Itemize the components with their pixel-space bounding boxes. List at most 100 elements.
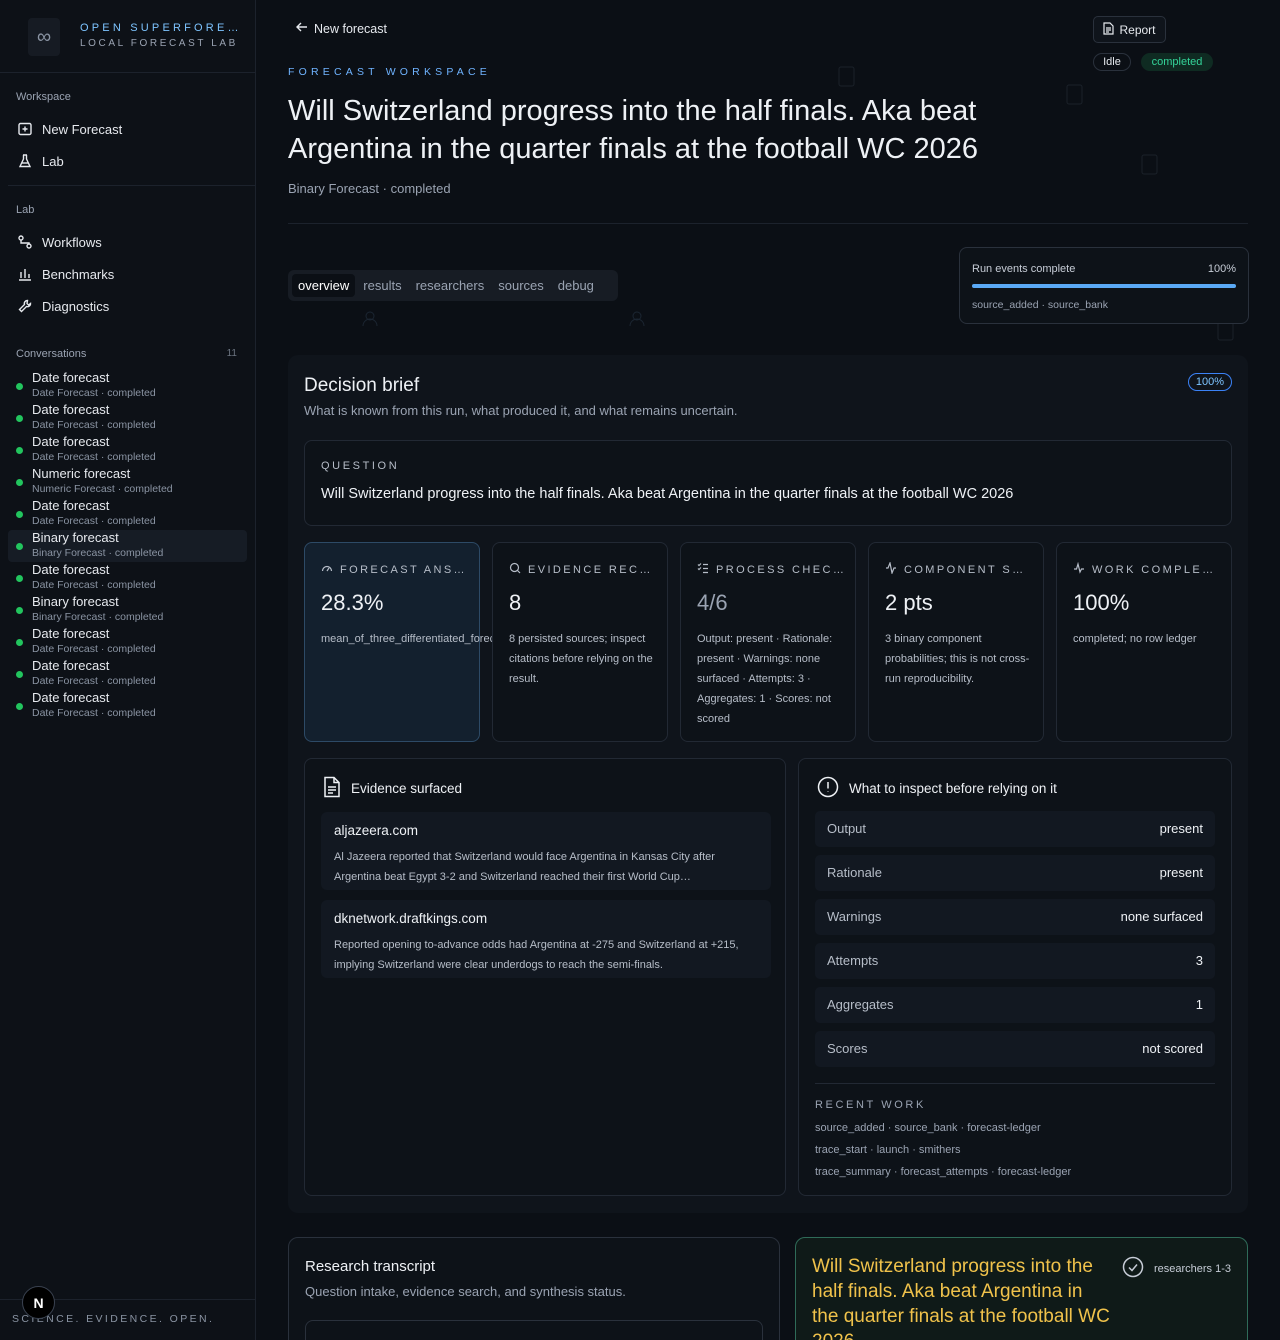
metric-label: FORECAST ANS… xyxy=(321,562,471,577)
sidebar-item-label: Workflows xyxy=(42,234,102,250)
document-icon xyxy=(323,776,341,801)
inspect-row-warnings: Warnings none surfaced xyxy=(815,899,1215,935)
conversation-subtitle: Numeric Forecast · completed xyxy=(32,483,173,495)
bar-chart-icon xyxy=(16,265,34,283)
transcript-entry[interactable] xyxy=(305,1320,763,1340)
status-dot xyxy=(16,607,23,614)
tab-sources[interactable]: sources xyxy=(492,274,550,297)
evidence-source-item[interactable]: dknetwork.draftkings.com Reported openin… xyxy=(321,900,771,978)
workflow-icon xyxy=(16,233,34,251)
metric-value: 28.3% xyxy=(321,590,384,615)
answer-researchers-tag: researchers 1-3 xyxy=(1122,1256,1231,1281)
conversation-title: Date forecast xyxy=(32,370,110,385)
infinity-icon[interactable]: ∞ xyxy=(28,18,60,56)
conversation-item[interactable]: Binary forecast Binary Forecast · complet… xyxy=(8,594,247,626)
metric-card-forecast-answer[interactable]: FORECAST ANS… 28.3% mean_of_three_differ… xyxy=(304,542,543,742)
conversation-item[interactable]: Date forecast Date Forecast · completed xyxy=(8,626,247,658)
metric-label-text: WORK COMPLE… xyxy=(1092,563,1216,576)
document-decor-icon xyxy=(1066,84,1083,105)
tab-results[interactable]: results xyxy=(357,274,407,297)
conversations-section-label: Conversations xyxy=(16,348,87,360)
inspect-row-value: none surfaced xyxy=(1120,909,1203,924)
decision-brief-subtitle: What is known from this run, what produc… xyxy=(304,403,738,418)
conversation-title: Date forecast xyxy=(32,402,110,417)
conversation-item[interactable]: Date forecast Date Forecast · completed xyxy=(8,402,247,434)
document-decor-icon xyxy=(1141,154,1158,175)
run-progress-bar xyxy=(972,284,1236,288)
metric-card-work-completed[interactable]: WORK COMPLE… 100% completed; no row ledg… xyxy=(1056,542,1232,742)
status-dot xyxy=(16,415,23,422)
run-progress-fill xyxy=(972,284,1236,288)
page-subtitle: Binary Forecast · completed xyxy=(288,181,451,196)
metric-card-process-checks[interactable]: PROCESS CHEC… 4/6 Output: present · Rati… xyxy=(680,542,856,742)
conversation-item[interactable]: Date forecast Date Forecast · completed xyxy=(8,370,247,402)
conversation-title: Binary forecast xyxy=(32,594,119,609)
recent-work-item: trace_summary · forecast_attempts · fore… xyxy=(815,1166,1072,1178)
sidebar-item-diagnostics[interactable]: Diagnostics xyxy=(8,292,247,320)
sidebar-item-benchmarks[interactable]: Benchmarks xyxy=(8,260,247,288)
inspect-row-value: not scored xyxy=(1142,1041,1203,1056)
inspect-row-key: Warnings xyxy=(827,909,882,924)
decision-brief-panel: Decision brief What is known from this r… xyxy=(288,355,1248,1213)
sidebar-item-new-forecast[interactable]: New Forecast xyxy=(8,115,247,143)
flask-icon xyxy=(16,152,34,170)
metric-label: EVIDENCE REC… xyxy=(509,562,659,577)
brand-title: OPEN SUPERFORE… xyxy=(80,22,240,34)
conversation-item[interactable]: Date forecast Date Forecast · completed xyxy=(8,562,247,594)
answer-researchers-label: researchers 1-3 xyxy=(1153,1262,1231,1275)
status-dot xyxy=(16,511,23,518)
view-tabs: overview results researchers sources deb… xyxy=(288,270,618,301)
header-divider xyxy=(288,223,1248,224)
tab-overview[interactable]: overview xyxy=(292,274,356,297)
metric-description: completed; no row ledger xyxy=(1073,633,1197,645)
conversation-subtitle: Date Forecast · completed xyxy=(32,451,156,463)
conversation-item[interactable]: Date forecast Date Forecast · completed xyxy=(8,690,247,722)
question-text: Will Switzerland progress into the half … xyxy=(321,486,1014,502)
metric-card-evidence-records[interactable]: EVIDENCE REC… 8 8 persisted sources; ins… xyxy=(492,542,668,742)
inspect-row-value: present xyxy=(1159,821,1203,836)
status-dot xyxy=(16,575,23,582)
conversation-title: Numeric forecast xyxy=(32,466,131,481)
metric-label: PROCESS CHEC… xyxy=(697,562,847,577)
pulse-icon xyxy=(1073,562,1085,577)
status-dot xyxy=(16,671,23,678)
conversation-item[interactable]: Date forecast Date Forecast · completed xyxy=(8,434,247,466)
alert-circle-icon xyxy=(817,776,839,801)
evidence-card-header: Evidence surfaced xyxy=(323,776,462,801)
evidence-source-excerpt: Reported opening to-advance odds had Arg… xyxy=(334,939,739,971)
back-to-new-forecast-link[interactable]: New forecast xyxy=(296,21,387,36)
report-button[interactable]: Report xyxy=(1093,16,1166,43)
conversation-item[interactable]: Binary forecast Binary Forecast · complet… xyxy=(8,530,247,562)
metric-label: WORK COMPLE… xyxy=(1073,562,1223,577)
conversation-subtitle: Date Forecast · completed xyxy=(32,579,156,591)
conversation-title: Date forecast xyxy=(32,498,110,513)
report-document-icon xyxy=(1103,21,1115,38)
conversation-item[interactable]: Date forecast Date Forecast · completed xyxy=(8,498,247,530)
page-eyebrow: FORECAST WORKSPACE xyxy=(288,66,491,78)
recent-work-item: trace_start · launch · smithers xyxy=(815,1144,961,1156)
conversation-item[interactable]: Date forecast Date Forecast · completed xyxy=(8,658,247,690)
inspect-row-key: Rationale xyxy=(827,865,882,880)
conversation-item[interactable]: Numeric forecast Numeric Forecast · compl… xyxy=(8,466,247,498)
evidence-source-item[interactable]: aljazeera.com Al Jazeera reported that S… xyxy=(321,812,771,890)
status-dot xyxy=(16,543,23,550)
metric-value: 4/6 xyxy=(697,590,728,615)
sidebar-item-label: Diagnostics xyxy=(42,298,110,314)
gauge-icon xyxy=(321,562,333,577)
activity-icon xyxy=(885,562,897,577)
sidebar-item-workflows[interactable]: Workflows xyxy=(8,228,247,256)
app-badge[interactable]: N xyxy=(22,1286,55,1319)
metric-description: Output: present · Rationale: present · W… xyxy=(697,633,833,725)
inspect-row-output: Output present xyxy=(815,811,1215,847)
tab-debug[interactable]: debug xyxy=(552,274,600,297)
metric-card-component-spread[interactable]: COMPONENT S… 2 pts 3 binary component pr… xyxy=(868,542,1044,742)
status-dot xyxy=(16,447,23,454)
sidebar-item-lab[interactable]: Lab xyxy=(8,147,247,175)
sidebar-item-label: Lab xyxy=(42,153,64,169)
tab-researchers[interactable]: researchers xyxy=(410,274,491,297)
transcript-title: Research transcript xyxy=(305,1258,436,1275)
back-label: New forecast xyxy=(314,21,387,36)
conversations-count: 11 xyxy=(226,348,237,359)
inspect-row-key: Aggregates xyxy=(827,997,894,1012)
question-card: QUESTION Will Switzerland progress into … xyxy=(304,440,1232,526)
